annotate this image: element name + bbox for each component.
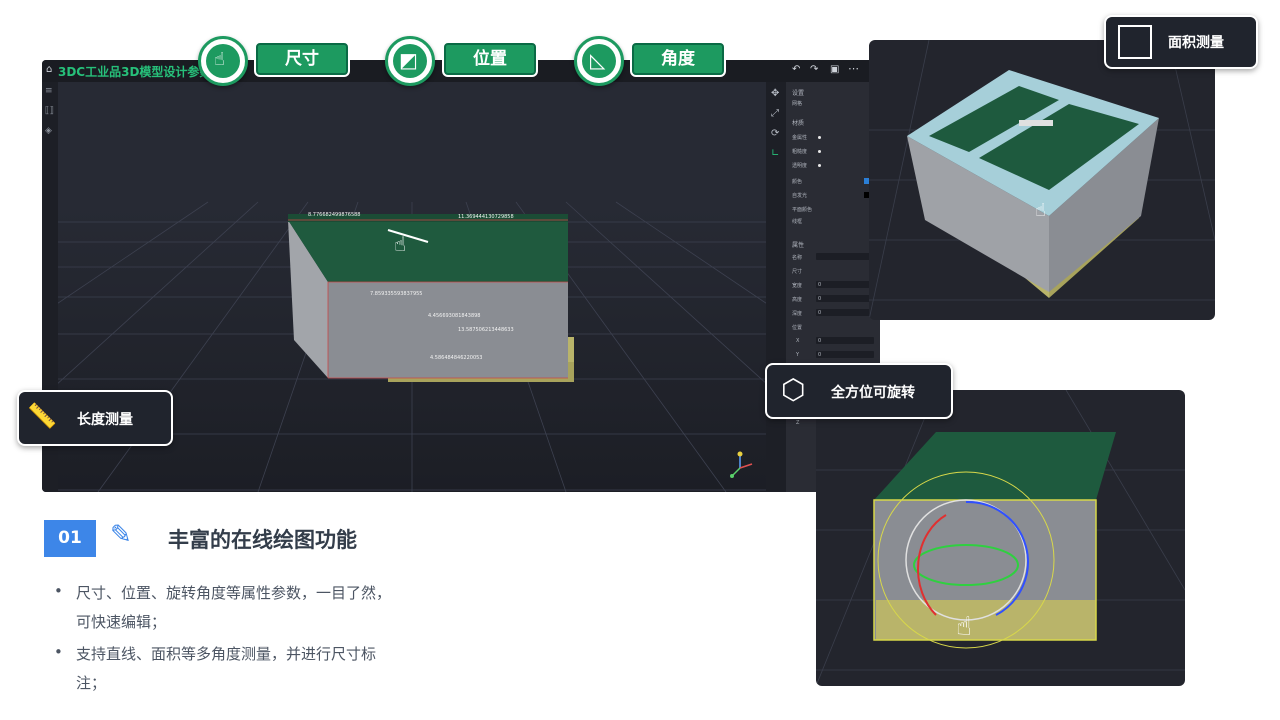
angle-icon: ◺: [590, 48, 606, 72]
panel-row-label: 宽度: [792, 283, 803, 289]
bullet-dot: •: [54, 582, 63, 600]
width-input[interactable]: [816, 281, 874, 288]
rotate-screenshot: ☝: [816, 390, 1185, 686]
panel-row-label: 名称: [792, 255, 803, 261]
bullet-dot: •: [54, 643, 63, 661]
panel-row-label: 平面颜色: [792, 207, 813, 213]
panel-row-label: 高度: [792, 297, 803, 303]
move-icon[interactable]: ✥: [771, 88, 779, 99]
hand-cursor-icon: ☝: [214, 49, 225, 70]
panel-row-label: 网格: [792, 101, 803, 107]
rotate-badge: ⬡ 全方位可旋转: [765, 363, 953, 419]
ruler-icon: 📏: [27, 402, 57, 430]
position-tool-icon[interactable]: ◩: [385, 36, 435, 86]
hand-cursor-icon: ☝: [1035, 200, 1046, 221]
panel-row-label: X: [796, 338, 800, 344]
viewport-toolbar: ✥ ⤢ ⟳ ∟: [766, 82, 786, 492]
measure-label: 4.586484846220053: [430, 355, 483, 361]
panel-section-material: 材质: [792, 120, 805, 127]
panel-row-label: 尺寸: [792, 269, 803, 275]
bracket-icon[interactable]: ⟦⟧: [45, 106, 54, 116]
size-tool-icon[interactable]: ☝: [198, 36, 248, 86]
field-value: 0: [818, 310, 822, 316]
field-value: 0: [818, 338, 822, 344]
save-icon[interactable]: ▣: [830, 64, 839, 75]
position-tool-button[interactable]: 位置: [444, 43, 536, 75]
panel-row-label: 颜色: [792, 179, 803, 185]
area-measure-label: 面积测量: [1168, 35, 1224, 51]
bullet-text: 支持直线、面积等多角度测量，并进行尺寸标: [76, 645, 377, 663]
angle-icon[interactable]: ∟: [771, 148, 779, 159]
depth-input[interactable]: [816, 309, 874, 316]
section-number: 01: [44, 520, 96, 557]
panel-row-label: Z: [796, 420, 800, 426]
area-crate-model: [869, 40, 1215, 320]
pos-x-input[interactable]: [816, 337, 874, 344]
rotate-label: 全方位可旋转: [831, 385, 915, 401]
field-value: 0: [818, 282, 822, 288]
length-measure-label: 长度测量: [77, 412, 133, 428]
slider-thumb[interactable]: [818, 164, 821, 167]
home-icon[interactable]: ⌂: [46, 64, 56, 76]
section-title: 丰富的在线绘图功能: [168, 528, 357, 552]
scale-icon[interactable]: ⤢: [771, 108, 779, 119]
move-icon: ◩: [399, 48, 418, 72]
area-measure-screenshot: ☝: [869, 40, 1215, 320]
slider-thumb[interactable]: [818, 150, 821, 153]
pos-y-input[interactable]: [816, 351, 874, 358]
redo-icon[interactable]: ↷: [810, 64, 818, 75]
cube-rotate-icon: ⬡: [781, 373, 806, 406]
length-measure-badge: 📏 长度测量: [17, 390, 173, 446]
panel-row-label: 深度: [792, 311, 803, 317]
measure-label: 13.587506213448633: [458, 327, 514, 333]
bullet-text: 注；: [76, 674, 107, 692]
angle-tool-button[interactable]: 角度: [632, 43, 724, 75]
bullet-text: 尺寸、位置、旋转角度等属性参数，一目了然，: [76, 584, 392, 602]
measure-label: 7.859335593837955: [370, 291, 423, 297]
area-measure-badge: 面积测量: [1104, 15, 1258, 69]
name-input[interactable]: [816, 253, 874, 260]
rotate-crate-model: [816, 390, 1185, 686]
field-value: 0: [818, 296, 822, 302]
bullet-text: 可快速编辑；: [76, 613, 167, 631]
angle-tool-icon[interactable]: ◺: [574, 36, 624, 86]
layers-icon[interactable]: ◈: [45, 126, 52, 136]
panel-row-label: 位置: [792, 325, 803, 331]
rotate-icon[interactable]: ⟳: [771, 128, 779, 139]
measure-label: 8.776682499876588: [308, 212, 361, 218]
panel-row-label: 线框: [792, 219, 803, 225]
field-value: 0: [818, 352, 822, 358]
panel-row-label: Y: [796, 352, 800, 358]
slider-thumb[interactable]: [818, 136, 821, 139]
measure-label: 11.369444130729858: [458, 214, 514, 220]
height-input[interactable]: [816, 295, 874, 302]
hand-cursor-icon: ☝: [956, 612, 972, 642]
undo-icon[interactable]: ↶: [792, 64, 800, 75]
measure-label: 4.456693081843898: [428, 313, 481, 319]
panel-section-settings: 设置: [792, 90, 805, 97]
panel-row-label: 自发光: [792, 193, 808, 199]
pencil-ruler-icon: ✎: [110, 520, 132, 550]
hand-cursor-icon: ☝: [394, 232, 407, 256]
app-title: 3DC工业品3D模型设计参数: [58, 65, 212, 79]
panel-row-label: 粗糙度: [792, 149, 808, 155]
panel-row-label: 金属性: [792, 135, 808, 141]
area-icon: [1118, 25, 1152, 59]
panel-section-props: 属性: [792, 242, 805, 249]
size-tool-button[interactable]: 尺寸: [256, 43, 348, 75]
axis-gizmo-icon[interactable]: [726, 450, 756, 482]
panel-row-label: 透明度: [792, 163, 808, 169]
menu-icon[interactable]: ≡: [45, 86, 53, 96]
more-icon[interactable]: ⋯: [848, 62, 859, 75]
